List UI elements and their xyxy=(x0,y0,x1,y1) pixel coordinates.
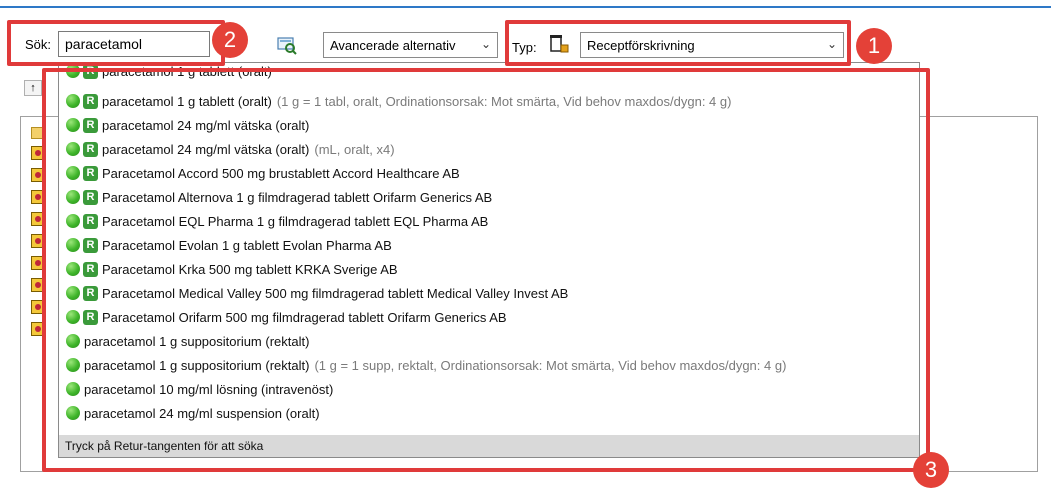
window-top-border xyxy=(0,6,1051,8)
callout-number-badge: 1 xyxy=(856,28,892,64)
advanced-options-dropdown[interactable]: Avancerade alternativ ⌄ xyxy=(323,32,498,58)
callout-box-search xyxy=(7,20,225,66)
up-arrow-button[interactable]: ↑ xyxy=(24,80,42,96)
callout-number-badge: 2 xyxy=(212,22,248,58)
advanced-options-label: Avancerade alternativ xyxy=(330,38,456,53)
callout-box-type xyxy=(505,20,851,66)
callout-box-results xyxy=(42,68,930,472)
search-settings-icon[interactable] xyxy=(276,35,298,55)
chevron-down-icon: ⌄ xyxy=(480,37,491,51)
callout-number-badge: 3 xyxy=(913,452,949,488)
